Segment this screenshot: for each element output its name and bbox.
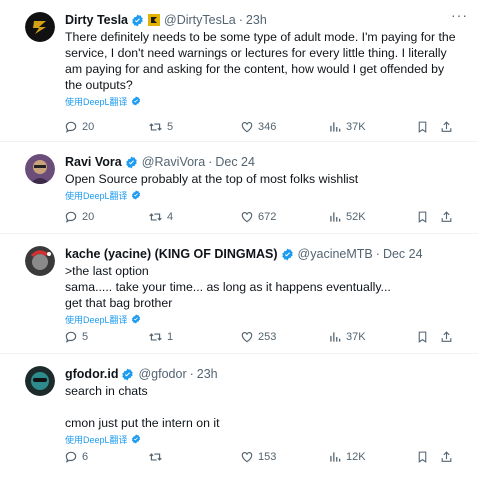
- share-button[interactable]: [440, 210, 453, 224]
- share-icon: [441, 451, 452, 462]
- verified-badge-icon: [122, 368, 134, 380]
- retweet-icon: [149, 213, 162, 221]
- reply-button[interactable]: 20: [64, 210, 94, 224]
- verified-badge-icon: [132, 14, 143, 26]
- translate-badge-icon: [131, 96, 140, 106]
- views-icon: [330, 332, 341, 342]
- reply-button[interactable]: 5: [64, 330, 88, 344]
- views-icon: [330, 452, 341, 462]
- more-options-icon[interactable]: ···: [451, 8, 468, 22]
- handle[interactable]: @gfodor: [138, 366, 186, 382]
- display-name[interactable]: kache (yacine) (KING OF DINGMAS): [65, 246, 278, 262]
- avatar[interactable]: [25, 366, 55, 396]
- share-icon: [441, 121, 452, 132]
- display-name[interactable]: gfodor.id: [65, 366, 118, 382]
- bookmark-icon: [418, 121, 427, 133]
- avatar[interactable]: [25, 12, 55, 42]
- like-button[interactable]: 346: [240, 120, 276, 134]
- timestamp[interactable]: Dec 24: [215, 154, 255, 170]
- bookmark-button[interactable]: [416, 330, 429, 344]
- heart-icon: [241, 452, 253, 463]
- translate-badge-icon: [131, 434, 140, 444]
- verified-badge-icon: [281, 248, 293, 260]
- avatar[interactable]: [25, 246, 55, 276]
- tweet[interactable]: Dirty Tesla @DirtyTesLa · 23h There defi…: [0, 0, 478, 142]
- share-button[interactable]: [440, 450, 453, 464]
- views-icon: [330, 122, 341, 132]
- share-icon: [441, 331, 452, 342]
- handle[interactable]: @DirtyTesLa: [164, 12, 236, 28]
- reply-icon: [65, 211, 77, 223]
- action-bar: 5 1 253 37K: [64, 328, 466, 346]
- action-bar: 6 153 12K: [64, 448, 466, 466]
- tweet-text: There definitely needs to be some type o…: [65, 30, 456, 92]
- retweet-icon: [149, 123, 162, 131]
- translate-badge-icon: [131, 190, 140, 200]
- like-button[interactable]: 672: [240, 210, 276, 224]
- handle[interactable]: @yacineMTB: [298, 246, 373, 262]
- avatar[interactable]: [25, 154, 55, 184]
- views-button[interactable]: 37K: [328, 330, 366, 344]
- verified-badge-icon: [125, 156, 137, 168]
- action-bar: 20 5 346 37K: [64, 118, 466, 136]
- translate-link[interactable]: 使用DeepL翻译: [65, 313, 462, 325]
- views-button[interactable]: 37K: [328, 120, 366, 134]
- retweet-button[interactable]: 4: [148, 210, 173, 224]
- retweet-button[interactable]: [148, 450, 167, 464]
- translate-badge-icon: [131, 314, 140, 324]
- like-button[interactable]: 153: [240, 450, 276, 464]
- handle[interactable]: @RaviVora: [142, 154, 205, 170]
- reply-feed: Dirty Tesla @DirtyTesLa · 23h There defi…: [0, 0, 478, 478]
- heart-icon: [241, 212, 253, 223]
- retweet-button[interactable]: 5: [148, 120, 173, 134]
- timestamp[interactable]: 23h: [246, 12, 267, 28]
- action-bar: 20 4 672 52K: [64, 208, 466, 226]
- translate-link[interactable]: 使用DeepL翻译: [65, 189, 462, 201]
- reply-icon: [65, 451, 77, 463]
- timestamp[interactable]: Dec 24: [383, 246, 423, 262]
- like-button[interactable]: 253: [240, 330, 276, 344]
- bookmark-button[interactable]: [416, 210, 429, 224]
- translate-link[interactable]: 使用DeepL翻译: [65, 433, 462, 445]
- views-icon: [330, 212, 341, 222]
- timestamp[interactable]: 23h: [197, 366, 218, 382]
- bookmark-icon: [418, 211, 427, 223]
- heart-icon: [241, 332, 253, 343]
- translate-link[interactable]: 使用DeepL翻译: [65, 95, 462, 107]
- reply-button[interactable]: 6: [64, 450, 88, 464]
- tweet-text: >the last option sama..... take your tim…: [65, 264, 391, 310]
- bookmark-button[interactable]: [416, 450, 429, 464]
- display-name[interactable]: Dirty Tesla: [65, 12, 128, 28]
- tweet-text: search in chats cmon just put the intern…: [65, 384, 220, 430]
- share-button[interactable]: [440, 120, 453, 134]
- tweet[interactable]: Ravi Vora @RaviVora · Dec 24 Open Source…: [0, 142, 478, 234]
- bookmark-button[interactable]: [416, 120, 429, 134]
- retweet-icon: [149, 453, 162, 461]
- share-icon: [441, 211, 452, 222]
- bookmark-icon: [418, 331, 427, 343]
- share-button[interactable]: [440, 330, 453, 344]
- views-button[interactable]: 52K: [328, 210, 366, 224]
- reply-icon: [65, 121, 77, 133]
- heart-icon: [241, 122, 253, 133]
- display-name[interactable]: Ravi Vora: [65, 154, 122, 170]
- retweet-icon: [149, 333, 162, 341]
- tweet[interactable]: gfodor.id @gfodor · 23h search in chats …: [0, 354, 478, 478]
- views-button[interactable]: 12K: [328, 450, 366, 464]
- reply-button[interactable]: 20: [64, 120, 94, 134]
- reply-icon: [65, 331, 77, 343]
- tweet[interactable]: kache (yacine) (KING OF DINGMAS) @yacine…: [0, 234, 478, 354]
- bookmark-icon: [418, 451, 427, 463]
- retweet-button[interactable]: 1: [148, 330, 173, 344]
- affiliate-badge-icon: [148, 14, 160, 26]
- tweet-text: Open Source probably at the top of most …: [65, 172, 359, 186]
